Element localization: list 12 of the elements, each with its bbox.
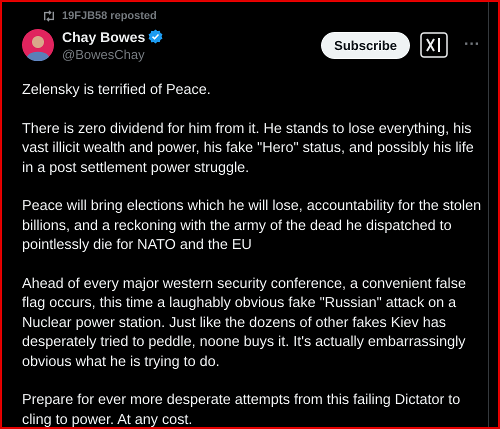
more-options[interactable]: ···: [464, 36, 480, 54]
post-paragraph: Peace will bring elections which he will lose, accountability for the stolen billions, and a reckoning with the army of the dead he dispatched to pointlessly die for NATO and the EU: [22, 197, 482, 255]
author-name[interactable]: Chay Bowes: [62, 28, 146, 44]
avatar[interactable]: [22, 29, 54, 61]
post-paragraph: Prepare for ever more desperate attempts from this failing Dictator to cling to power. At any cost.: [22, 391, 462, 427]
post-paragraph: Zelensky is terrified of Peace.: [22, 81, 212, 100]
post-paragraph: Ahead of every major western security conference, a convenient false flag occurs, this time a laughably obvious fake "Russian" attack on a Nuclear power station. Just like the dozens of other fakes Kiev has desperately tried to peddle, noone buys it. It's actually embarrassingly obvious what he is trying to do.: [22, 274, 467, 372]
post-paragraph: There is zero dividend for him from it. He stands to lose everything, his vast illicit wealth and power, his fake "Hero" status, and possibly his life in a post settlement power struggle.: [22, 120, 475, 178]
repost-label[interactable]: 19FJB58 reposted: [62, 10, 157, 22]
subscribe-button[interactable]: Subscribe: [321, 32, 410, 58]
repost-icon: [42, 10, 56, 22]
author-handle[interactable]: @BowesChay: [62, 46, 314, 62]
